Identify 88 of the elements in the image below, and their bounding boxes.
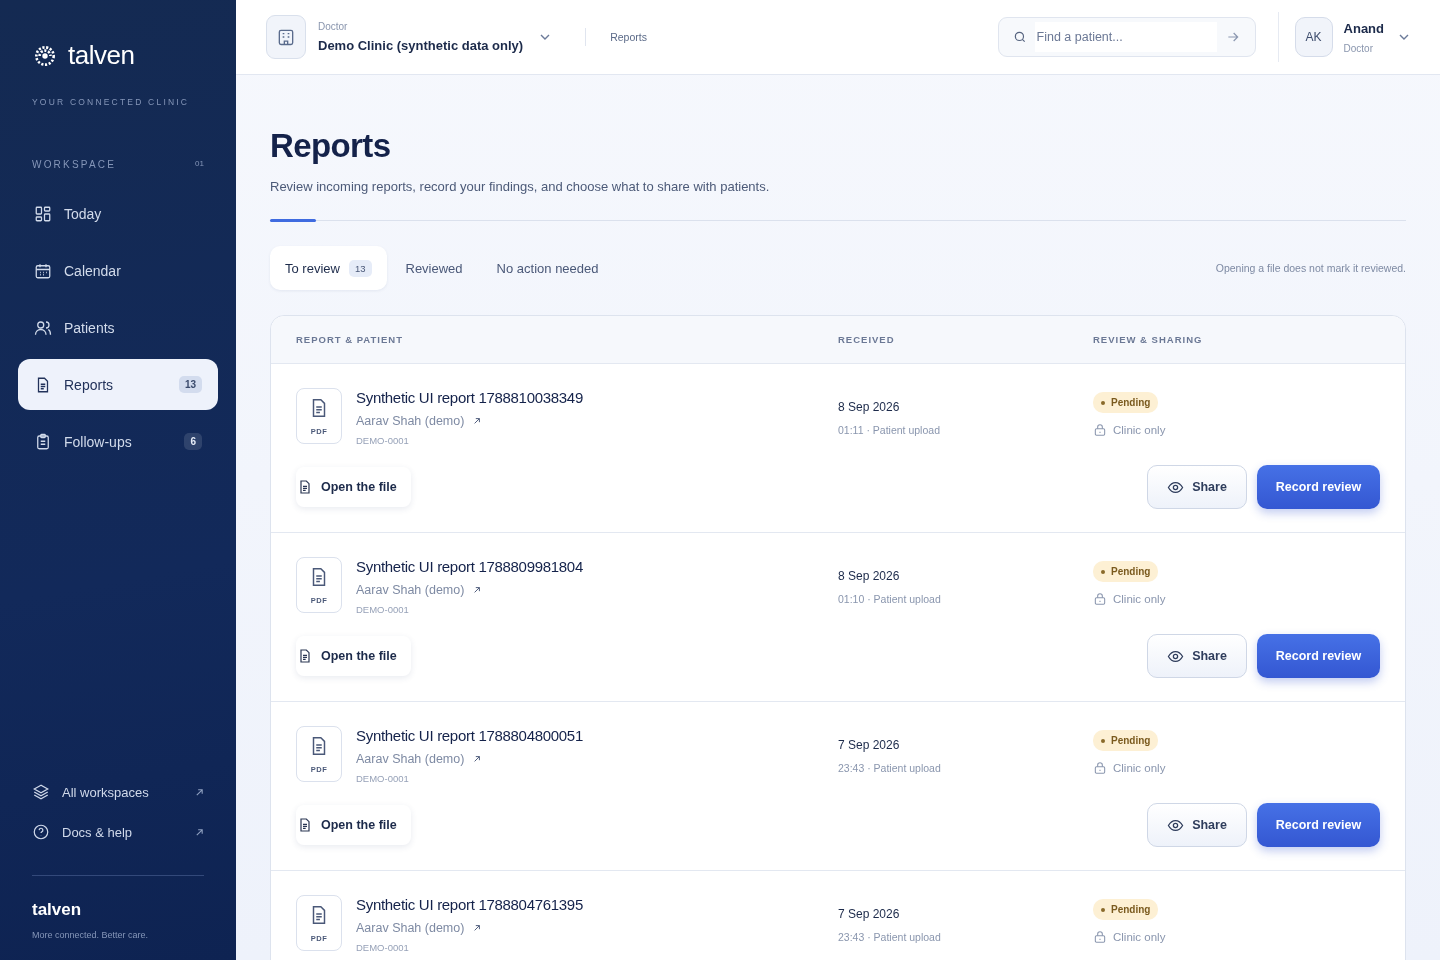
lock-icon — [1093, 761, 1107, 775]
record-review-button[interactable]: Record review — [1257, 803, 1380, 847]
calendar-icon — [34, 261, 52, 280]
column-header: REPORT & PATIENT — [296, 334, 404, 345]
open-file-button[interactable]: Open the file — [296, 467, 411, 507]
lock-icon — [1093, 930, 1107, 944]
external-link-icon — [473, 924, 482, 932]
section-index: 01 — [195, 159, 204, 170]
report-title: Synthetic UI report 1788804800051 — [356, 727, 583, 744]
share-button[interactable]: Share — [1147, 465, 1247, 509]
patient-id: DEMO-0001 — [356, 604, 410, 615]
nav-item[interactable]: Calendar — [18, 245, 218, 296]
received-time: 23:43 · Patient upload — [838, 931, 942, 943]
building-icon — [276, 27, 296, 47]
document-icon — [297, 479, 313, 495]
tab[interactable]: To review 13 — [270, 246, 387, 290]
share-button[interactable]: Share — [1147, 803, 1247, 847]
nav-item[interactable]: Follow-ups 6 — [18, 416, 218, 467]
status-pill: Pending — [1093, 899, 1159, 920]
document-icon — [297, 648, 313, 664]
received-date: 8 Sep 2026 — [838, 569, 901, 583]
received-date: 7 Sep 2026 — [838, 907, 901, 921]
lock-icon — [1093, 423, 1107, 437]
count-badge: 6 — [184, 433, 202, 450]
sidebar-link[interactable]: Docs & help — [32, 823, 204, 841]
record-review-button[interactable]: Record review — [1257, 465, 1380, 509]
layers-icon — [32, 783, 50, 801]
patient-link[interactable]: Aarav Shah (demo) — [356, 752, 465, 766]
external-link-icon — [473, 586, 482, 594]
nav-item[interactable]: Reports 13 — [18, 359, 218, 410]
status-pill: Pending — [1093, 561, 1159, 582]
report-title: Synthetic UI report 1788809981804 — [356, 558, 583, 575]
search-field[interactable]: Find a patient... — [997, 17, 1256, 57]
people-icon — [34, 318, 52, 337]
column-header: REVIEW & SHARING — [1093, 334, 1204, 345]
section-label: WORKSPACE — [32, 159, 117, 170]
tab[interactable]: Reviewed — [390, 246, 478, 290]
report-title: Synthetic UI report 1788810038349 — [356, 389, 583, 406]
patient-link[interactable]: Aarav Shah (demo) — [356, 583, 465, 597]
column-header: RECEIVED — [838, 334, 896, 345]
record-review-button[interactable]: Record review — [1257, 634, 1380, 678]
patient-id: DEMO-0001 — [356, 773, 410, 784]
patient-id: DEMO-0001 — [356, 942, 410, 953]
received-time: 23:43 · Patient upload — [838, 762, 942, 774]
received-time: 01:11 · Patient upload — [838, 424, 941, 436]
external-link-icon — [195, 827, 204, 837]
external-link-icon — [195, 787, 204, 797]
hint-text: Opening a file does not mark it reviewed. — [1215, 262, 1406, 274]
sharing-status: Clinic only — [1113, 762, 1166, 774]
received-date: 7 Sep 2026 — [838, 738, 901, 752]
user-role: Doctor — [1343, 42, 1374, 54]
page-title: Reports — [270, 127, 392, 165]
sharing-status: Clinic only — [1113, 931, 1166, 943]
clinic-switcher[interactable]: Doctor Demo Clinic (synthetic data only) — [318, 21, 524, 53]
report-title: Synthetic UI report 1788804761395 — [356, 896, 583, 913]
search-icon — [1012, 30, 1027, 44]
brand-name: talven — [68, 40, 135, 71]
page-subtitle: Review incoming reports, record your findings, and choose what to share with patients. — [270, 179, 771, 194]
count-badge: 13 — [178, 376, 202, 393]
sharing-status: Clinic only — [1113, 424, 1166, 436]
footer-brand: talven — [32, 900, 83, 920]
share-button[interactable]: Share — [1147, 634, 1247, 678]
grid-icon — [34, 204, 52, 223]
status-pill: Pending — [1093, 392, 1159, 413]
received-time: 01:10 · Patient upload — [838, 593, 942, 605]
status-pill: Pending — [1093, 730, 1159, 751]
nav-item[interactable]: Patients — [18, 302, 218, 353]
received-date: 8 Sep 2026 — [838, 400, 901, 414]
nav-item[interactable]: Today — [18, 188, 218, 239]
sharing-status: Clinic only — [1113, 593, 1166, 605]
document-icon — [297, 817, 313, 833]
brand-tagline: YOUR CONNECTED CLINIC — [32, 97, 191, 107]
patient-link[interactable]: Aarav Shah (demo) — [356, 921, 465, 935]
avatar[interactable]: AK — [1294, 17, 1333, 57]
breadcrumb[interactable]: Reports — [610, 31, 647, 43]
patient-link[interactable]: Aarav Shah (demo) — [356, 414, 465, 428]
external-link-icon — [473, 755, 482, 763]
help-icon — [32, 823, 50, 841]
lock-icon — [1093, 592, 1107, 606]
clipboard-icon — [34, 432, 52, 451]
user-name: Anand — [1343, 20, 1384, 36]
open-file-button[interactable]: Open the file — [296, 805, 411, 845]
open-file-button[interactable]: Open the file — [296, 636, 411, 676]
footer-slogan: More connected. Better care. — [32, 930, 150, 940]
tab[interactable]: No action needed — [481, 246, 614, 290]
external-link-icon — [473, 417, 482, 425]
sidebar-link[interactable]: All workspaces — [32, 783, 204, 801]
patient-id: DEMO-0001 — [356, 435, 410, 446]
